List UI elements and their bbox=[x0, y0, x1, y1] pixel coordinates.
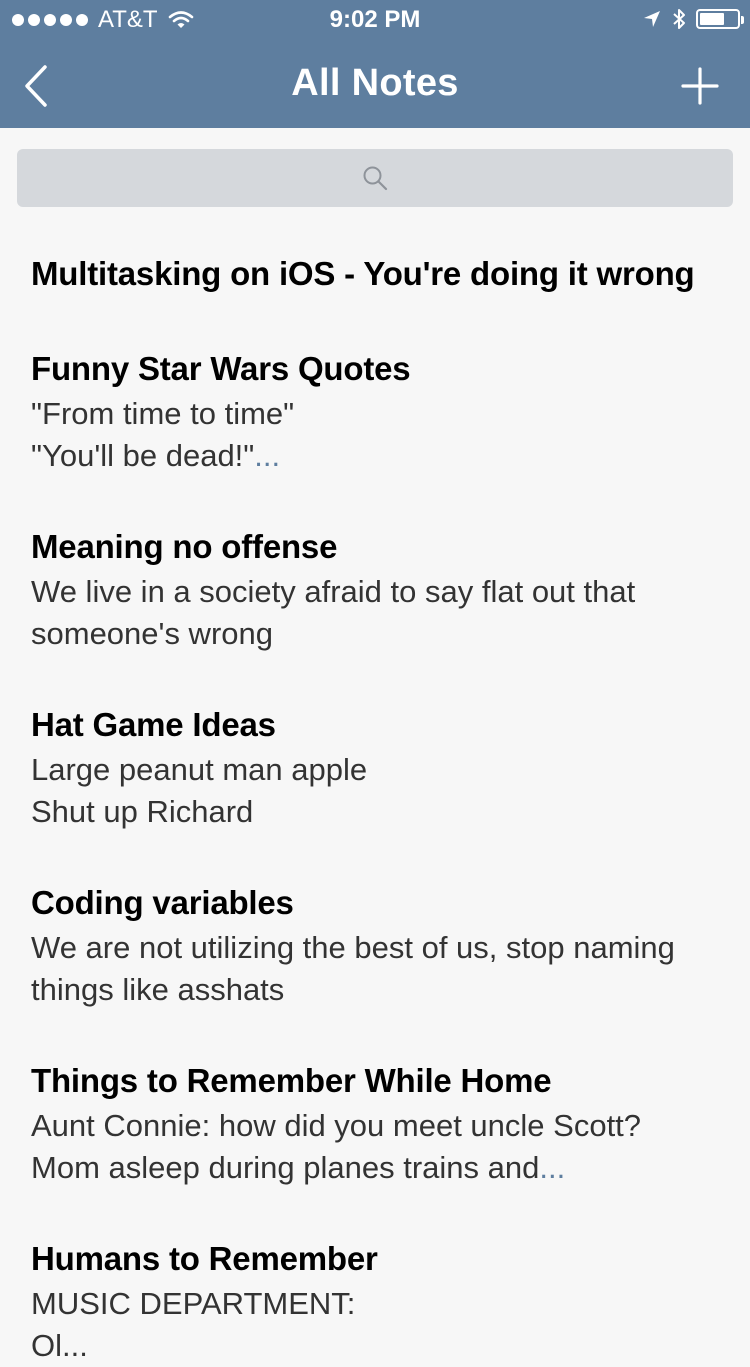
note-preview-line: Aunt Connie: how did you meet uncle Scot… bbox=[31, 1108, 642, 1143]
location-arrow-icon bbox=[644, 11, 660, 27]
note-preview-line: Ol... bbox=[31, 1328, 88, 1363]
search-field[interactable] bbox=[17, 149, 733, 207]
status-right bbox=[642, 7, 744, 31]
note-preview-line: "You'll be dead!"... bbox=[31, 435, 719, 477]
note-title: Things to Remember While Home bbox=[31, 1062, 552, 1099]
note-item[interactable]: Hat Game Ideas Large peanut man apple Sh… bbox=[0, 701, 750, 833]
nav-row: All Notes bbox=[0, 44, 750, 128]
note-item[interactable]: Funny Star Wars Quotes "From time to tim… bbox=[0, 345, 750, 477]
status-bar: AT&T 9:02 PM bbox=[0, 0, 750, 40]
note-preview-line: things like asshats bbox=[31, 972, 285, 1007]
note-title: Funny Star Wars Quotes bbox=[31, 350, 411, 387]
note-item[interactable]: Coding variables We are not utilizing th… bbox=[0, 879, 750, 1011]
note-title: Meaning no offense bbox=[31, 528, 338, 565]
note-preview-line: MUSIC DEPARTMENT: bbox=[31, 1286, 356, 1321]
note-preview-line: "From time to time" bbox=[31, 396, 295, 431]
note-item[interactable]: Meaning no offense We live in a society … bbox=[0, 523, 750, 655]
bluetooth-icon bbox=[673, 9, 685, 29]
add-note-button[interactable] bbox=[674, 60, 726, 112]
note-preview-line: someone's wrong bbox=[31, 616, 273, 651]
note-preview-line: Mom asleep during planes trains and... bbox=[31, 1147, 719, 1189]
note-title: Hat Game Ideas bbox=[31, 706, 276, 743]
note-preview-line: Large peanut man apple bbox=[31, 752, 368, 787]
note-title: Coding variables bbox=[31, 884, 294, 921]
battery-icon bbox=[696, 9, 744, 29]
note-item[interactable]: Multitasking on iOS - You're doing it wr… bbox=[0, 250, 750, 298]
note-preview-line: Shut up Richard bbox=[31, 794, 254, 829]
navigation-bar: AT&T 9:02 PM All Notes bbox=[0, 0, 750, 128]
note-title: Humans to Remember bbox=[31, 1240, 378, 1277]
truncation-ellipsis: ... bbox=[539, 1150, 566, 1185]
truncation-ellipsis: ... bbox=[254, 438, 281, 473]
note-item[interactable]: Things to Remember While Home Aunt Conni… bbox=[0, 1057, 750, 1189]
note-title: Multitasking on iOS - You're doing it wr… bbox=[31, 255, 695, 292]
note-preview-line: We live in a society afraid to say flat … bbox=[31, 574, 636, 609]
page-title: All Notes bbox=[291, 62, 459, 104]
note-preview-text: "You'll be dead!" bbox=[31, 438, 255, 473]
note-preview-line: We are not utilizing the best of us, sto… bbox=[31, 930, 675, 965]
note-item[interactable]: Humans to Remember MUSIC DEPARTMENT: Ol.… bbox=[0, 1235, 750, 1367]
status-time: 9:02 PM bbox=[329, 6, 421, 33]
plus-icon bbox=[681, 67, 719, 105]
search-icon bbox=[363, 166, 388, 191]
note-preview-text: Mom asleep during planes trains and bbox=[31, 1150, 540, 1185]
